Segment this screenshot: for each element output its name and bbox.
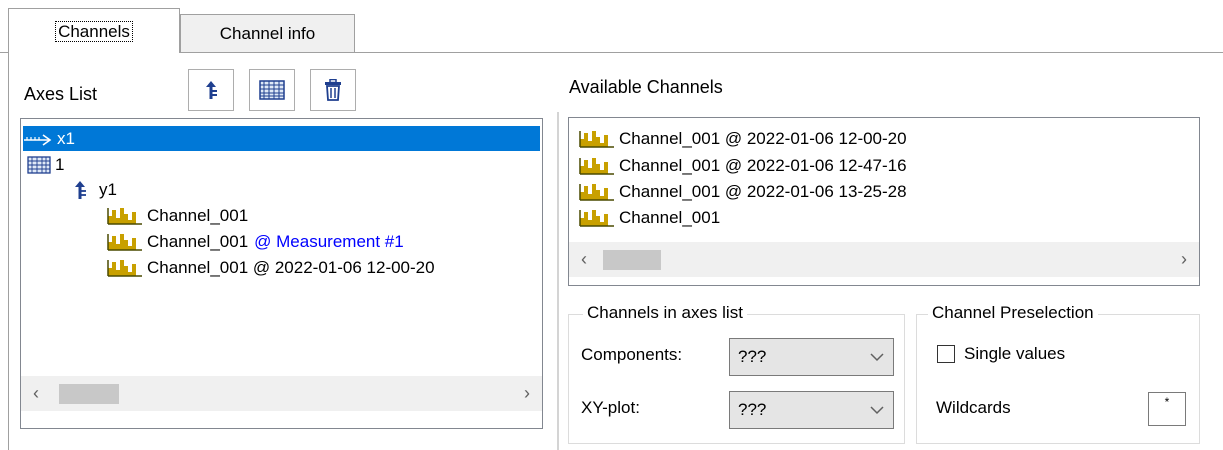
components-label: Components: xyxy=(581,345,683,364)
delete-icon xyxy=(325,79,341,101)
tab-channel-info[interactable]: Channel info xyxy=(180,14,355,53)
chevron-down-icon xyxy=(870,406,884,415)
channel-icon xyxy=(107,259,142,277)
tab-channel-info-label: Channel info xyxy=(219,23,316,43)
available-channel-item[interactable]: Channel_001 @ 2022-01-06 12-00-20 xyxy=(579,126,907,151)
available-channels-list[interactable]: Channel_001 @ 2022-01-06 12-00-20 Channe… xyxy=(568,117,1200,286)
axes-tree-hscrollbar[interactable]: ‹ › xyxy=(21,376,542,411)
single-values-label[interactable]: Single values xyxy=(964,344,1065,364)
tree-item-label: 1 xyxy=(55,154,65,174)
xy-plot-value: ??? xyxy=(738,400,767,419)
scroll-left-icon[interactable]: ‹ xyxy=(569,242,599,277)
x-axis-icon xyxy=(24,133,52,146)
available-channels-hscrollbar[interactable]: ‹ › xyxy=(569,242,1199,277)
wildcards-input[interactable]: * xyxy=(1148,392,1186,426)
channel-icon xyxy=(107,233,142,251)
tree-item-label: Channel_001 @ 2022-01-06 12-00-20 xyxy=(147,257,435,277)
wildcards-label: Wildcards xyxy=(936,398,1011,417)
add-y-axis-button[interactable] xyxy=(188,69,234,111)
tree-item-channel[interactable]: Channel_001 xyxy=(107,203,248,228)
channel-icon xyxy=(579,157,614,175)
available-channel-item[interactable]: Channel_001 @ 2022-01-06 12-47-16 xyxy=(579,153,907,178)
available-channel-item[interactable]: Channel_001 @ 2022-01-06 13-25-28 xyxy=(579,179,907,204)
scroll-right-icon[interactable]: › xyxy=(1169,242,1199,277)
tree-item-system-1[interactable]: 1 xyxy=(27,152,64,177)
tree-item-x1[interactable]: x1 xyxy=(23,126,540,151)
tree-item-channel[interactable]: Channel_001 @ Measurement #1 xyxy=(107,229,404,254)
channel-icon xyxy=(107,207,142,225)
delete-button[interactable] xyxy=(310,69,356,111)
channel-icon xyxy=(579,183,614,201)
scroll-left-icon[interactable]: ‹ xyxy=(21,376,51,411)
scroll-right-icon[interactable]: › xyxy=(512,376,542,411)
system-icon xyxy=(27,155,51,174)
y-axis-icon xyxy=(75,180,86,199)
add-system-icon xyxy=(259,80,285,100)
axes-tree[interactable]: x1 1 y1 Channel_001 Channel_001 @ Measur… xyxy=(20,118,543,429)
components-select[interactable]: ??? xyxy=(729,338,894,376)
scrollbar-thumb[interactable] xyxy=(59,384,119,404)
tree-item-channel[interactable]: Channel_001 @ 2022-01-06 12-00-20 xyxy=(107,255,435,280)
tree-item-label: y1 xyxy=(99,179,117,199)
single-values-checkbox[interactable] xyxy=(937,345,955,363)
tree-item-label: Channel_001 xyxy=(147,231,249,251)
add-y-axis-icon xyxy=(206,81,217,99)
available-channel-label: Channel_001 @ 2022-01-06 13-25-28 xyxy=(619,181,907,201)
tab-channels[interactable]: Channels xyxy=(8,8,180,53)
available-channel-label: Channel_001 @ 2022-01-06 12-47-16 xyxy=(619,155,907,175)
available-channels-title: Available Channels xyxy=(569,77,723,97)
tab-page-edge xyxy=(8,52,9,450)
active-tab-gap xyxy=(9,52,179,54)
available-channel-label: Channel_001 xyxy=(619,207,721,227)
measurement-reference: @ Measurement #1 xyxy=(254,231,404,251)
tab-strip-border xyxy=(0,52,1223,53)
tree-item-label: x1 xyxy=(57,128,75,148)
channel-icon xyxy=(579,130,614,148)
xy-plot-label: XY-plot: xyxy=(581,398,640,417)
tree-item-y1[interactable]: y1 xyxy=(73,177,117,202)
channel-icon xyxy=(579,209,614,227)
xy-plot-select[interactable]: ??? xyxy=(729,391,894,429)
available-channel-label: Channel_001 @ 2022-01-06 12-00-20 xyxy=(619,128,907,148)
add-system-button[interactable] xyxy=(249,69,295,111)
components-value: ??? xyxy=(738,347,767,366)
channel-preselection-title: Channel Preselection xyxy=(928,303,1098,323)
axes-list-title: Axes List xyxy=(24,84,98,104)
tab-channels-label: Channels xyxy=(55,20,133,42)
panel-divider xyxy=(557,112,559,450)
scrollbar-thumb[interactable] xyxy=(603,250,661,270)
available-channel-item[interactable]: Channel_001 xyxy=(579,205,720,230)
chevron-down-icon xyxy=(870,353,884,362)
channels-in-axes-title: Channels in axes list xyxy=(583,303,747,323)
tree-item-label: Channel_001 xyxy=(147,205,249,225)
